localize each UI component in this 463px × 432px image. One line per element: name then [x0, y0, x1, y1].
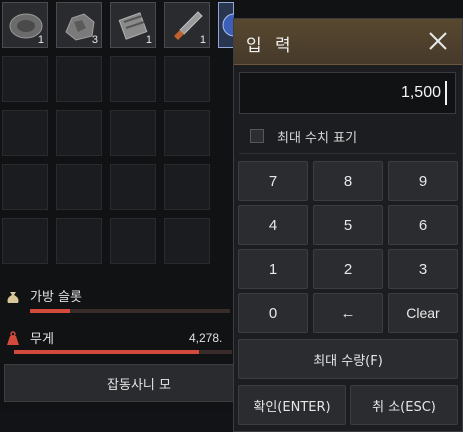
cancel-button[interactable]: 취 소(ESC): [350, 385, 458, 425]
inventory-slot[interactable]: [2, 218, 48, 264]
weight-bar: [14, 350, 232, 354]
slot-quantity: 1: [145, 34, 152, 46]
confirm-button[interactable]: 확인(ENTER): [238, 385, 346, 425]
inventory-slot[interactable]: [218, 2, 234, 48]
show-max-label: 최대 수치 표기: [277, 131, 358, 146]
weight-bar-fill: [14, 350, 200, 354]
quantity-input[interactable]: 1,500: [239, 72, 456, 114]
inventory-slot[interactable]: [110, 218, 156, 264]
confirm-label: 확인(ENTER): [253, 399, 331, 415]
key-0[interactable]: 0: [238, 293, 308, 333]
inventory-slot[interactable]: [110, 164, 156, 210]
quantity-value: 1,500: [400, 84, 441, 101]
dialog-title: 입 력: [246, 36, 295, 56]
inventory-slot[interactable]: [2, 110, 48, 156]
inventory-slot[interactable]: [56, 110, 102, 156]
show-max-checkbox[interactable]: [250, 129, 264, 143]
key-7[interactable]: 7: [238, 161, 308, 201]
key-6[interactable]: 6: [388, 205, 458, 245]
clear-button[interactable]: Clear: [388, 293, 458, 333]
inventory-slot[interactable]: 3: [56, 2, 102, 48]
slot-quantity: 1: [37, 34, 44, 46]
max-quantity-button[interactable]: 최대 수량(F): [238, 339, 458, 379]
weight-label: 무게: [30, 332, 54, 347]
inventory-slot[interactable]: 1: [2, 2, 48, 48]
key-2[interactable]: 2: [313, 249, 383, 289]
slot-quantity: 3: [91, 34, 98, 46]
max-quantity-label: 최대 수량(F): [313, 353, 383, 369]
bag-slot-bar-fill: [30, 309, 70, 313]
key-8[interactable]: 8: [313, 161, 383, 201]
dialog-header: 입 력: [234, 19, 462, 65]
inventory-slot[interactable]: [164, 218, 210, 264]
weight-value: 4,278.: [189, 331, 223, 345]
inventory-slot[interactable]: [2, 164, 48, 210]
cancel-label: 취 소(ESC): [372, 399, 436, 415]
close-icon[interactable]: [426, 29, 450, 53]
inventory-slot[interactable]: [164, 110, 210, 156]
slot-quantity: 1: [199, 34, 206, 46]
inventory-slot[interactable]: [110, 56, 156, 102]
inventory-slot[interactable]: [110, 110, 156, 156]
inventory-slot[interactable]: 1: [110, 2, 156, 48]
inventory-slot[interactable]: [56, 56, 102, 102]
inventory-slot[interactable]: [164, 56, 210, 102]
key-1[interactable]: 1: [238, 249, 308, 289]
key-4[interactable]: 4: [238, 205, 308, 245]
orb-icon: [222, 13, 234, 37]
inventory-slot[interactable]: 1: [164, 2, 210, 48]
quantity-input-dialog: 입 력 1,500 최대 수치 표기 7 8 9 4 5 6 1 2 3 0 ←…: [233, 18, 463, 432]
key-3[interactable]: 3: [388, 249, 458, 289]
bag-slot-label: 가방 슬롯: [30, 290, 82, 305]
divider: [239, 153, 456, 154]
inventory-slot[interactable]: [56, 164, 102, 210]
backspace-button[interactable]: ←: [313, 293, 383, 333]
text-caret: [445, 81, 447, 105]
bag-slot-bar: [30, 309, 230, 313]
sort-junk-button-label: 잡동사니 모: [107, 377, 171, 393]
key-9[interactable]: 9: [388, 161, 458, 201]
weight-icon: [7, 331, 19, 345]
money-bag-icon: [7, 292, 19, 303]
inventory-slot[interactable]: [164, 164, 210, 210]
inventory-slot[interactable]: [56, 218, 102, 264]
key-5[interactable]: 5: [313, 205, 383, 245]
sort-junk-button[interactable]: 잡동사니 모: [4, 364, 254, 402]
inventory-slot[interactable]: [2, 56, 48, 102]
